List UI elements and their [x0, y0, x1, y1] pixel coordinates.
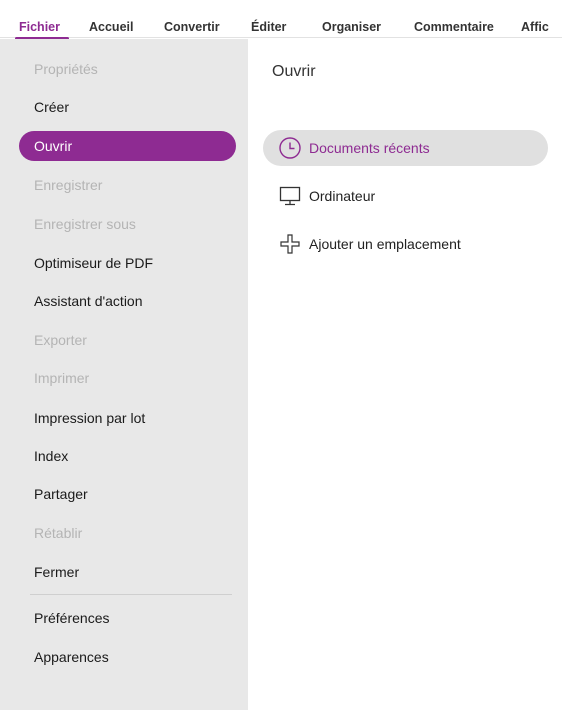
sidebar-item-partager[interactable]: Partager	[0, 479, 248, 509]
tab-affichage[interactable]: Affic	[521, 20, 549, 34]
sidebar-item-retablir[interactable]: Rétablir	[0, 518, 248, 548]
sidebar-item-preferences[interactable]: Préférences	[0, 603, 248, 633]
sidebar-item-assistant-action[interactable]: Assistant d'action	[0, 286, 248, 316]
sidebar-item-ouvrir[interactable]: Ouvrir	[19, 131, 236, 161]
clock-icon	[278, 136, 302, 160]
option-documents-recents[interactable]: Documents récents	[263, 130, 548, 166]
option-ordinateur[interactable]: Ordinateur	[263, 178, 548, 214]
tab-fichier[interactable]: Fichier	[19, 20, 60, 34]
sidebar-item-index[interactable]: Index	[0, 441, 248, 471]
tab-convertir[interactable]: Convertir	[164, 20, 220, 34]
sidebar-item-apparences[interactable]: Apparences	[0, 642, 248, 672]
page-title: Ouvrir	[272, 63, 316, 80]
tab-editer[interactable]: Éditer	[251, 20, 286, 34]
file-menu-sidebar: Propriétés Créer Ouvrir Enregistrer Enre…	[0, 39, 248, 710]
sidebar-item-optimiseur-pdf[interactable]: Optimiseur de PDF	[0, 248, 248, 278]
sidebar-item-creer[interactable]: Créer	[0, 92, 248, 122]
tab-accueil[interactable]: Accueil	[89, 20, 133, 34]
option-label: Documents récents	[309, 140, 430, 156]
tab-organiser[interactable]: Organiser	[322, 20, 381, 34]
tab-commentaire[interactable]: Commentaire	[414, 20, 494, 34]
plus-icon	[278, 232, 302, 256]
sidebar-item-exporter[interactable]: Exporter	[0, 325, 248, 355]
option-label: Ajouter un emplacement	[309, 236, 461, 252]
sidebar-item-fermer[interactable]: Fermer	[0, 557, 248, 587]
monitor-icon	[278, 184, 302, 208]
sidebar-item-enregistrer-sous[interactable]: Enregistrer sous	[0, 209, 248, 239]
sidebar-item-impression-par-lot[interactable]: Impression par lot	[0, 403, 248, 433]
ribbon-tab-bar: Fichier Accueil Convertir Éditer Organis…	[0, 0, 562, 40]
sidebar-item-enregistrer[interactable]: Enregistrer	[0, 170, 248, 200]
option-ajouter-emplacement[interactable]: Ajouter un emplacement	[263, 226, 548, 262]
option-label: Ordinateur	[309, 188, 376, 204]
sidebar-divider	[30, 594, 232, 595]
sidebar-item-imprimer[interactable]: Imprimer	[0, 363, 248, 393]
sidebar-item-proprietes[interactable]: Propriétés	[0, 54, 248, 84]
